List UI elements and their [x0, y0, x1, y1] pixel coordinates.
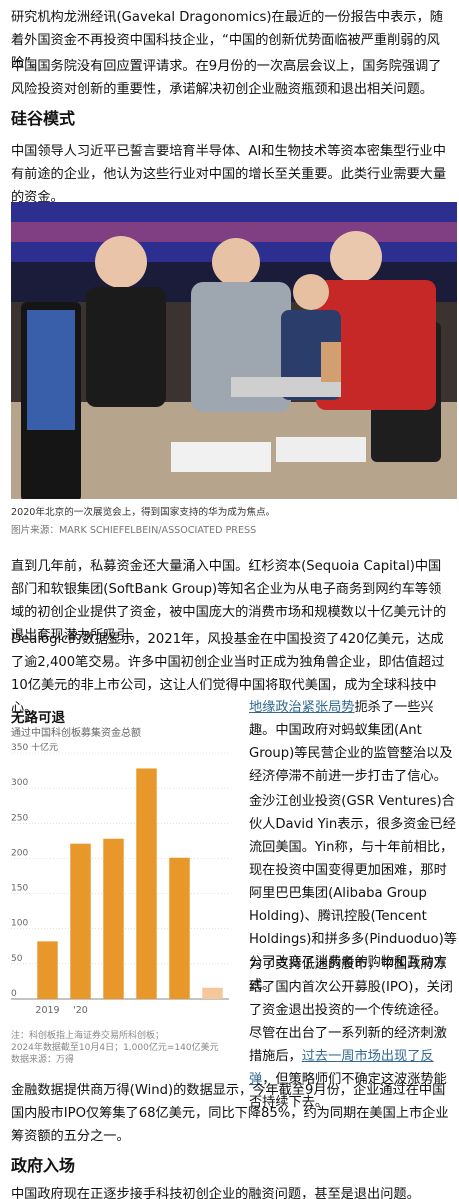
y-tick-label: 300: [11, 778, 28, 788]
section-heading-silicon-valley: 硅谷模式: [11, 109, 76, 128]
x-tick-label: '20: [73, 1005, 88, 1016]
paragraph-7: 中国政府现在正逐步接手科技初创企业的融资问题，甚至是退出问题。: [11, 1187, 420, 1199]
chart-plot: 0 50 100 150 200 250 300 350 十亿元 2019 '20: [11, 743, 229, 1016]
chart-bar: [70, 843, 91, 999]
chart-bar: [136, 768, 157, 999]
chart-bar: [169, 857, 190, 999]
geopolitics-link[interactable]: 地缘政治紧张局势: [249, 700, 355, 715]
chart-title: 无路可退: [11, 710, 65, 726]
exhibition-photo: [11, 202, 457, 499]
y-tick-label: 0: [11, 989, 17, 999]
y-tick-label: 100: [11, 919, 28, 929]
x-tick-label: 2019: [35, 1005, 59, 1016]
chart-note-1: 注：科创板指上海证券交易所科创板；: [11, 1031, 165, 1041]
chart-note-3: 数据来源：万得: [11, 1055, 75, 1065]
paragraph-6: 金融数据提供商万得(Wind)的数据显示，今年截至9月份，企业通过在中国国内股市…: [11, 1083, 449, 1144]
photo-credit: 图片来源：MARK SCHIEFELBEIN/ASSOCIATED PRESS: [11, 525, 257, 536]
sidebar-paragraph-3-text-a: 为了支持低迷的股市，中国政府冻结了国内首次公开募股(IPO)，关闭了资金退出投资…: [249, 957, 453, 1064]
section-heading-government: 政府入场: [11, 1156, 76, 1175]
y-tick-label: 50: [11, 954, 23, 964]
article-page: 研究机构龙洲经讯(Gavekal Dragonomics)在最近的一份报告中表示…: [0, 0, 459, 1199]
paragraph-3: 中国领导人习近平已誓言要培育半导体、AI和生物技术等资本密集型行业中有前途的企业…: [11, 144, 447, 205]
ipo-funds-chart: 无路可退 通过中国科创板募集资金总额 0 50 100 150 200 250 300 350…: [11, 703, 239, 1065]
sidebar-paragraph-1: 地缘政治紧张局势扼杀了一些兴趣。中国政府对蚂蚁集团(Ant Group)等民营企…: [249, 696, 457, 788]
y-tick-label: 150: [11, 884, 28, 894]
paragraph-2: 中国国务院没有回应置评请求。在9月份的一次高层会议上，国务院强调了风险投资对创新…: [11, 59, 442, 97]
chart-subtitle: 通过中国科创板募集资金总额: [11, 728, 141, 739]
y-tick-label: 350 十亿元: [11, 743, 58, 753]
chart-bar: [37, 941, 58, 999]
chart-note-2: 2024年数据截至10月4日；1,000亿元=140亿美元: [11, 1043, 219, 1053]
y-tick-label: 200: [11, 848, 28, 858]
chart-bar: [103, 838, 124, 999]
photo-caption: 2020年北京的一次展览会上，得到国家支持的华为成为焦点。: [11, 507, 276, 518]
chart-bar: [202, 987, 223, 999]
y-tick-label: 250: [11, 813, 28, 823]
